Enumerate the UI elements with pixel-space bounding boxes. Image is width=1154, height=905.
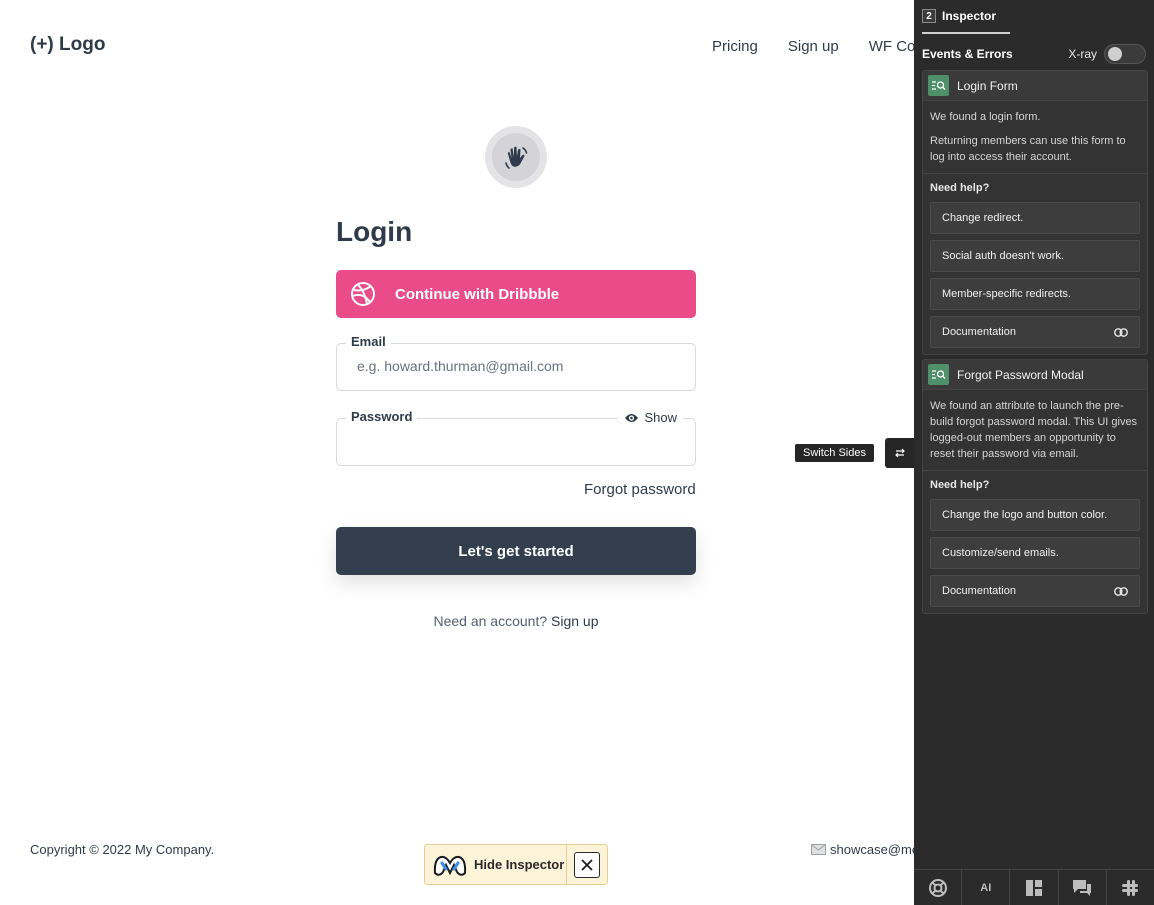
forgot-password-link[interactable]: Forgot password: [584, 481, 696, 498]
help-social-auth[interactable]: Social auth doesn't work.: [930, 240, 1140, 272]
xray-label: X-ray: [1068, 47, 1097, 61]
eye-icon: [625, 413, 639, 422]
nav-pricing[interactable]: Pricing: [712, 38, 758, 55]
page-title: Login: [336, 216, 413, 247]
help-change-logo-color[interactable]: Change the logo and button color.: [930, 499, 1140, 531]
password-label: Password: [346, 409, 418, 424]
card-header[interactable]: Login Form: [923, 71, 1147, 101]
email-field: Email: [336, 334, 696, 391]
site-logo[interactable]: (+) Logo: [30, 34, 105, 56]
email-label: Email: [346, 334, 391, 349]
inspect-search-icon: [928, 364, 949, 385]
help-item-label: Documentation: [942, 326, 1016, 338]
help-item-label: Social auth doesn't work.: [942, 250, 1064, 262]
dribbble-button-label: Continue with Dribbble: [395, 285, 560, 303]
login-form-card: Login Form We found a login form. Return…: [922, 70, 1148, 355]
signup-link[interactable]: Sign up: [551, 613, 598, 629]
switch-sides-button[interactable]: [885, 438, 915, 468]
signup-prompt-text: Need an account?: [433, 613, 548, 629]
help-item-label: Member-specific redirects.: [942, 288, 1071, 300]
forgot-password-modal-card: Forgot Password Modal We found an attrib…: [922, 359, 1148, 614]
slack-icon[interactable]: [1107, 870, 1154, 905]
need-help-heading: Need help?: [930, 479, 990, 491]
card-description: We found a login form. Returning members…: [923, 101, 1147, 174]
password-input[interactable]: [357, 433, 677, 449]
inspector-count-badge: 2: [922, 9, 936, 23]
show-label: Show: [644, 410, 677, 425]
email-input[interactable]: [357, 358, 677, 374]
need-help-heading: Need help?: [930, 182, 990, 194]
card-desc-line: We found a login form.: [930, 111, 1041, 123]
help-documentation[interactable]: Documentation: [930, 316, 1140, 348]
help-item-label: Change the logo and button color.: [942, 509, 1108, 521]
link-icon: [1114, 586, 1128, 596]
close-icon: [581, 858, 593, 871]
continue-with-dribbble-button[interactable]: Continue with Dribbble: [336, 270, 696, 318]
card-title: Forgot Password Modal: [957, 367, 1084, 382]
events-row: Events & Errors X-ray: [922, 44, 1146, 64]
close-inspector-button[interactable]: [566, 845, 607, 884]
card-title: Login Form: [957, 78, 1018, 93]
page: (+) Logo Pricing Sign up WF Co Login Con…: [0, 0, 1154, 905]
help-change-redirect[interactable]: Change redirect.: [930, 202, 1140, 234]
footer-email-text: showcase@me: [830, 842, 920, 857]
nav-wf-company[interactable]: WF Co: [869, 38, 916, 55]
swap-arrows-icon: [895, 448, 905, 458]
switch-sides-tooltip: Switch Sides: [795, 444, 874, 462]
help-member-redirects[interactable]: Member-specific redirects.: [930, 278, 1140, 310]
inspector-bottom-bar: AI: [914, 869, 1154, 905]
inspect-search-icon: [928, 75, 949, 96]
support-icon[interactable]: [914, 870, 963, 905]
memberstack-logo-icon: [433, 855, 467, 876]
card-desc-line: We found an attribute to launch the pre-…: [930, 400, 1138, 460]
tab-inspector[interactable]: 2 Inspector: [922, 0, 1011, 34]
xray-toggle[interactable]: [1104, 44, 1146, 64]
lets-get-started-button[interactable]: Let's get started: [336, 527, 696, 575]
inspector-header: 2 Inspector: [914, 0, 1154, 35]
help-documentation[interactable]: Documentation: [930, 575, 1140, 607]
xray-control: X-ray: [1068, 44, 1146, 64]
password-field: Password Show: [336, 409, 696, 466]
help-customize-emails[interactable]: Customize/send emails.: [930, 537, 1140, 569]
waving-hand-avatar: [485, 126, 547, 188]
ai-button[interactable]: AI: [962, 870, 1011, 905]
layout-icon[interactable]: [1010, 870, 1059, 905]
card-description: We found an attribute to launch the pre-…: [923, 390, 1147, 471]
waving-hand-icon: [505, 146, 528, 169]
help-item-label: Customize/send emails.: [942, 547, 1059, 559]
inspector-panel: 2 Inspector Events & Errors X-ray Login …: [914, 0, 1154, 905]
top-nav: Pricing Sign up WF Co: [712, 38, 915, 55]
events-errors-heading: Events & Errors: [922, 47, 1013, 61]
signup-prompt: Need an account? Sign up: [0, 613, 1032, 629]
dribbble-icon: [351, 282, 375, 306]
card-header[interactable]: Forgot Password Modal: [923, 360, 1147, 390]
help-item-label: Change redirect.: [942, 212, 1024, 224]
show-password-toggle[interactable]: Show: [618, 410, 683, 425]
help-item-label: Documentation: [942, 585, 1016, 597]
footer-email[interactable]: showcase@me: [811, 842, 919, 857]
inspector-tab-label: Inspector: [942, 9, 997, 23]
hide-inspector-bar: Hide Inspector: [424, 844, 608, 885]
nav-sign-up[interactable]: Sign up: [788, 38, 839, 55]
link-icon: [1114, 327, 1128, 337]
footer-copyright: Copyright © 2022 My Company.: [30, 842, 215, 857]
envelope-icon: [811, 844, 826, 855]
chat-icon[interactable]: [1059, 870, 1107, 905]
hide-inspector-button[interactable]: Hide Inspector: [474, 857, 564, 872]
card-desc-line: Returning members can use this form to l…: [930, 135, 1126, 163]
